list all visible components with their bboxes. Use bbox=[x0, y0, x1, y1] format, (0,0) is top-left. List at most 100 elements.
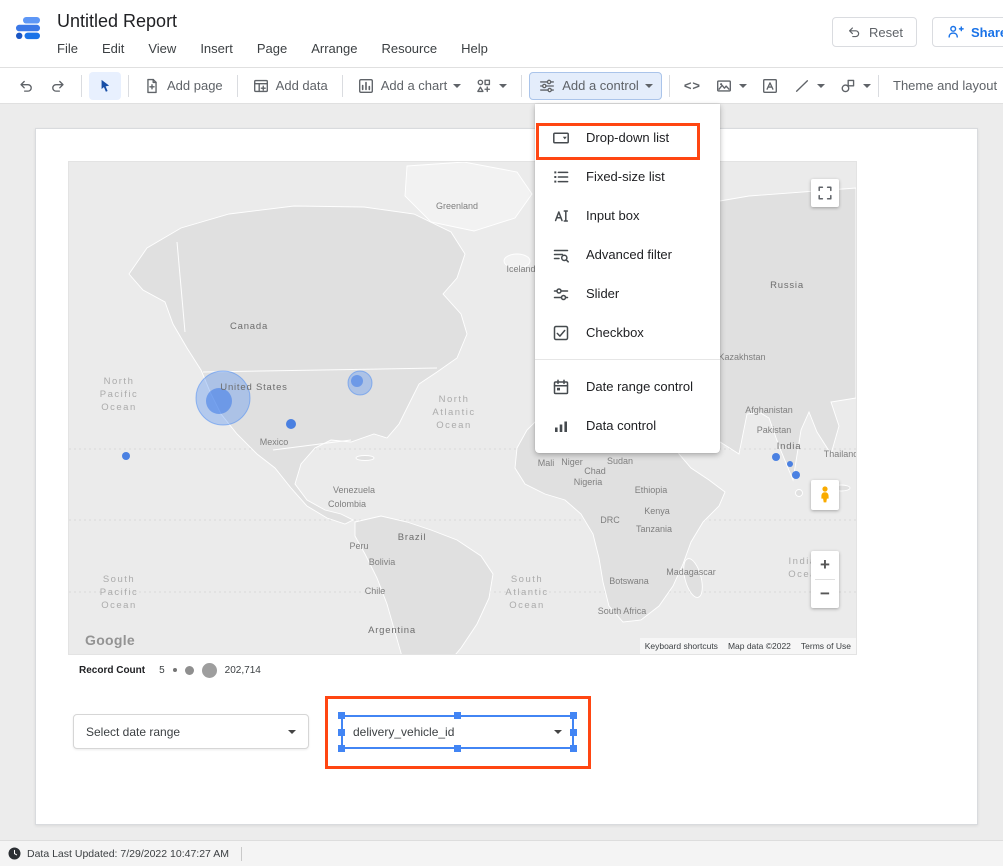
svg-text:Bolivia: Bolivia bbox=[369, 557, 396, 567]
insert-image-button[interactable] bbox=[708, 72, 754, 100]
shape-tool-button[interactable] bbox=[832, 72, 878, 100]
svg-text:Niger: Niger bbox=[561, 457, 583, 467]
selection-handle[interactable] bbox=[338, 729, 345, 736]
selection-handle[interactable] bbox=[570, 745, 577, 752]
svg-text:Sudan: Sudan bbox=[607, 456, 633, 466]
add-control-menu: Drop-down list Fixed-size list Input box bbox=[535, 104, 720, 453]
add-chart-button[interactable]: Add a chart bbox=[350, 72, 469, 100]
add-data-button[interactable]: Add data bbox=[245, 72, 335, 100]
caret-down-icon bbox=[288, 730, 296, 734]
svg-text:Pakistan: Pakistan bbox=[757, 425, 792, 435]
add-page-button[interactable]: Add page bbox=[136, 72, 230, 100]
legend-bubble-small bbox=[173, 668, 177, 672]
menu-item-input-box[interactable]: Input box bbox=[535, 196, 720, 235]
fullscreen-button[interactable] bbox=[811, 179, 839, 207]
svg-text:Kenya: Kenya bbox=[644, 506, 670, 516]
menu-insert[interactable]: Insert bbox=[200, 41, 233, 56]
svg-text:Chile: Chile bbox=[365, 586, 386, 596]
legend-title: Record Count bbox=[79, 665, 145, 676]
zoom-in-button[interactable]: + bbox=[811, 551, 839, 579]
terms-of-use-link[interactable]: Terms of Use bbox=[796, 638, 856, 654]
menu-edit[interactable]: Edit bbox=[102, 41, 124, 56]
menu-view[interactable]: View bbox=[148, 41, 176, 56]
zoom-controls: + − bbox=[811, 551, 839, 608]
data-freshness-icon bbox=[8, 847, 21, 860]
menu-help[interactable]: Help bbox=[461, 41, 488, 56]
menu-item-dropdown-list[interactable]: Drop-down list bbox=[535, 118, 720, 157]
add-control-button[interactable]: Add a control bbox=[529, 72, 662, 100]
menu-page[interactable]: Page bbox=[257, 41, 287, 56]
menu-item-date-range-control[interactable]: Date range control bbox=[535, 367, 720, 406]
date-range-control[interactable]: Select date range bbox=[73, 714, 309, 749]
geo-bubble-map[interactable]: GreenlandIcelandRussiaCanadaKazakhstanUn… bbox=[69, 162, 856, 654]
selection-handle[interactable] bbox=[338, 712, 345, 719]
svg-text:Brazil: Brazil bbox=[398, 532, 427, 543]
caret-down-icon bbox=[554, 730, 562, 734]
svg-text:Venezuela: Venezuela bbox=[333, 485, 375, 495]
sri-lanka-shape bbox=[796, 490, 803, 497]
svg-text:Nigeria: Nigeria bbox=[574, 477, 603, 487]
code-icon: <> bbox=[684, 78, 701, 93]
selection-handle[interactable] bbox=[454, 745, 461, 752]
toolbar-separator bbox=[521, 75, 522, 97]
menu-item-slider[interactable]: Slider bbox=[535, 274, 720, 313]
undo-button[interactable] bbox=[10, 72, 42, 100]
menu-item-checkbox[interactable]: Checkbox bbox=[535, 313, 720, 352]
share-button[interactable]: Share bbox=[932, 17, 1003, 47]
legend-bubble-large bbox=[202, 663, 217, 678]
svg-text:India: India bbox=[777, 441, 802, 452]
fixed-size-list-icon bbox=[551, 167, 571, 187]
keyboard-shortcuts-link[interactable]: Keyboard shortcuts bbox=[640, 638, 723, 654]
report-page[interactable]: GreenlandIcelandRussiaCanadaKazakhstanUn… bbox=[35, 128, 978, 825]
status-bar: Data Last Updated: 7/29/2022 10:47:27 AM bbox=[0, 840, 1003, 866]
workspace-canvas: GreenlandIcelandRussiaCanadaKazakhstanUn… bbox=[0, 104, 1003, 840]
pegman-button[interactable] bbox=[811, 480, 839, 510]
svg-text:NorthAtlanticOcean: NorthAtlanticOcean bbox=[432, 394, 475, 431]
text-box-button[interactable] bbox=[754, 72, 786, 100]
toolbar-separator bbox=[669, 75, 670, 97]
community-visualizations-button[interactable] bbox=[468, 72, 514, 100]
data-control-icon bbox=[551, 416, 571, 436]
theme-layout-button[interactable]: Theme and layout bbox=[886, 73, 1003, 98]
menu-item-data-control[interactable]: Data control bbox=[535, 406, 720, 445]
north-america-shape bbox=[129, 206, 467, 524]
svg-text:South Africa: South Africa bbox=[598, 606, 647, 616]
menu-item-fixed-size-list[interactable]: Fixed-size list bbox=[535, 157, 720, 196]
vehicle-filter-label: delivery_vehicle_id bbox=[353, 725, 454, 739]
shape-icon bbox=[839, 77, 857, 95]
toolbar: Add page Add data Add a chart bbox=[0, 67, 1003, 104]
svg-text:Mali: Mali bbox=[538, 458, 555, 468]
zoom-out-button[interactable]: − bbox=[811, 580, 839, 608]
menu-arrange[interactable]: Arrange bbox=[311, 41, 357, 56]
svg-text:Colombia: Colombia bbox=[328, 499, 366, 509]
redo-button[interactable] bbox=[42, 72, 74, 100]
select-tool-button[interactable] bbox=[89, 72, 121, 100]
svg-text:Thailand: Thailand bbox=[824, 449, 856, 459]
google-maps-logo[interactable]: Google bbox=[85, 632, 135, 648]
vehicle-filter-control[interactable]: delivery_vehicle_id bbox=[341, 715, 574, 749]
embed-code-button[interactable]: <> bbox=[677, 73, 708, 98]
svg-text:Botswana: Botswana bbox=[609, 576, 649, 586]
line-tool-button[interactable] bbox=[786, 72, 832, 100]
svg-text:NorthPacificOcean: NorthPacificOcean bbox=[100, 376, 138, 413]
redo-icon bbox=[49, 77, 67, 95]
legend-max-value: 202,714 bbox=[225, 665, 261, 676]
svg-text:SouthAtlanticOcean: SouthAtlanticOcean bbox=[505, 574, 548, 611]
map-attribution: Keyboard shortcuts Map data ©2022 Terms … bbox=[640, 638, 856, 654]
cursor-icon bbox=[96, 77, 114, 95]
slider-icon bbox=[551, 284, 571, 304]
menu-item-advanced-filter[interactable]: Advanced filter bbox=[535, 235, 720, 274]
reset-button[interactable]: Reset bbox=[832, 17, 917, 47]
report-title[interactable]: Untitled Report bbox=[57, 11, 177, 32]
menu-file[interactable]: File bbox=[57, 41, 78, 56]
selection-handle[interactable] bbox=[454, 712, 461, 719]
svg-text:Peru: Peru bbox=[349, 541, 368, 551]
menu-resource[interactable]: Resource bbox=[381, 41, 437, 56]
selection-handle[interactable] bbox=[570, 729, 577, 736]
map-data-label: Map data ©2022 bbox=[723, 638, 796, 654]
input-box-icon bbox=[551, 206, 571, 226]
selection-handle[interactable] bbox=[570, 712, 577, 719]
selection-handle[interactable] bbox=[338, 745, 345, 752]
date-range-label: Select date range bbox=[86, 725, 180, 739]
image-icon bbox=[715, 77, 733, 95]
